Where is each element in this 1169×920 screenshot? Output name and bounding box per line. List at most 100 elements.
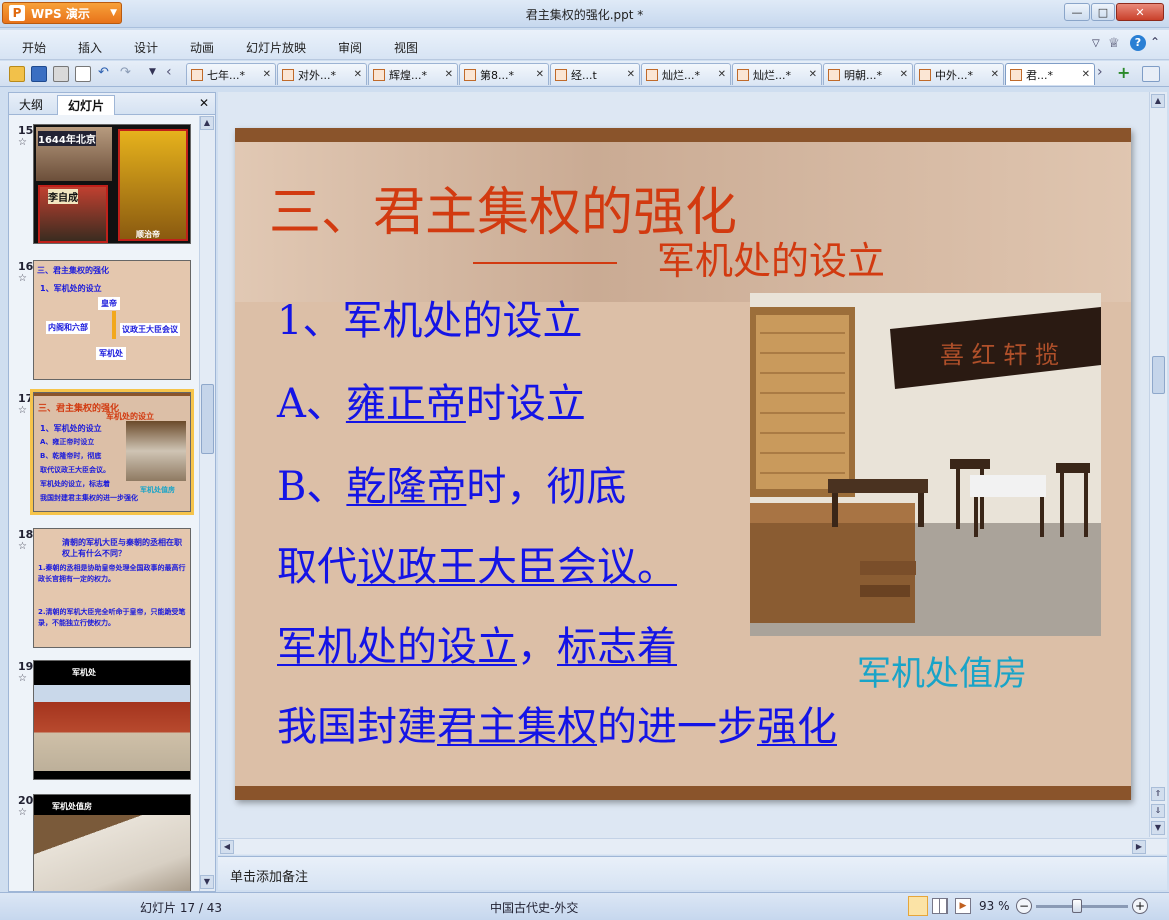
menu-insert[interactable]: 插入	[78, 39, 102, 56]
print-icon[interactable]	[53, 66, 69, 82]
tab-outline[interactable]: 大纲	[9, 95, 53, 115]
save-icon[interactable]	[31, 66, 47, 82]
doc-tab[interactable]: 明朝...* ✕	[823, 63, 913, 85]
tab-slides[interactable]: 幻灯片	[57, 95, 116, 115]
ppt-file-icon	[646, 68, 658, 81]
menu-design[interactable]: 设计	[134, 39, 158, 56]
doc-tab[interactable]: 灿烂...* ✕	[732, 63, 822, 85]
menu-view[interactable]: 视图	[394, 39, 418, 56]
body-line-2[interactable]: A、雍正帝时设立	[277, 371, 586, 429]
collapse-ribbon-icon[interactable]: ⌃	[1150, 35, 1160, 49]
doc-tab[interactable]: 第8...* ✕	[459, 63, 549, 85]
body-line-1[interactable]: 1、军机处的设立	[277, 288, 582, 346]
scroll-right-icon[interactable]: ▶	[1132, 840, 1146, 854]
notes-pane[interactable]: 单击添加备注	[218, 856, 1167, 890]
notes-placeholder[interactable]: 单击添加备注	[230, 866, 308, 885]
close-button[interactable]: ✕	[1116, 3, 1164, 21]
window-title: 君主集权的强化.ppt *	[525, 8, 644, 22]
zoom-slider-thumb[interactable]	[1072, 899, 1082, 913]
menu-slideshow[interactable]: 幻灯片放映	[246, 39, 306, 56]
window-list-icon[interactable]	[1142, 66, 1160, 82]
scroll-up-icon[interactable]: ▲	[200, 116, 214, 130]
pane-tabs: 大纲 幻灯片 ✕	[9, 93, 215, 115]
menu-home[interactable]: 开始	[22, 39, 46, 56]
ppt-file-icon	[373, 68, 385, 81]
photo-caption[interactable]: 军机处值房	[857, 646, 1027, 695]
thumbnail-scrollbar[interactable]: ▲ ▼	[199, 116, 215, 891]
close-tab-icon[interactable]: ✕	[1082, 69, 1090, 80]
doc-tab[interactable]: 中外...* ✕	[914, 63, 1004, 85]
scroll-thumb[interactable]	[201, 384, 214, 454]
scroll-down-icon[interactable]: ▼	[200, 875, 214, 889]
photo-sign-text: 喜 红 轩 揽	[940, 341, 1059, 369]
close-tab-icon[interactable]: ✕	[536, 69, 544, 80]
ppt-file-icon	[464, 68, 476, 81]
zoom-level: 93 %	[979, 899, 1010, 913]
slide-preview: 军机处值房	[33, 794, 191, 891]
body-line-6[interactable]: 我国封建君主集权的进一步强化	[277, 694, 837, 752]
slide-subtitle[interactable]: 军机处的设立	[657, 230, 885, 285]
slide-counter: 幻灯片 17 / 43	[140, 901, 223, 915]
zoom-out-icon[interactable]: −	[1016, 898, 1032, 914]
slide-sorter-icon[interactable]	[932, 898, 948, 914]
slideshow-icon[interactable]: ▶	[955, 898, 971, 914]
scroll-down-icon[interactable]: ▼	[1151, 821, 1165, 835]
toolbar: ↶ ↷ ▼ ‹ 七年...* ✕ 对外...* ✕ 辉煌...* ✕ 第8...* ✕ …	[0, 61, 1169, 87]
close-tab-icon[interactable]: ✕	[991, 69, 999, 80]
chevron-down-icon[interactable]: ▽	[1092, 38, 1100, 49]
doc-tab[interactable]: 灿烂...* ✕	[641, 63, 731, 85]
menu-review[interactable]: 审阅	[338, 39, 362, 56]
doc-tab[interactable]: 辉煌...* ✕	[368, 63, 458, 85]
open-folder-icon[interactable]	[9, 66, 25, 82]
menu-animation[interactable]: 动画	[190, 39, 214, 56]
star-icon: ☆	[18, 273, 27, 284]
photo-image	[34, 815, 190, 891]
doc-tab[interactable]: 对外...* ✕	[277, 63, 367, 85]
slide-preview: 三、君主集权的强化 1、军机处的设立 皇帝 内阁和六部 议政王大臣会议 军机处	[33, 260, 191, 380]
editor-horizontal-scrollbar[interactable]: ◀ ▶	[218, 838, 1167, 854]
zoom-in-icon[interactable]: +	[1132, 898, 1148, 914]
maximize-button[interactable]: □	[1091, 3, 1115, 21]
chevron-down-icon[interactable]: ▼	[149, 67, 156, 77]
doc-tab[interactable]: 经...t ✕	[550, 63, 640, 85]
photo-image	[34, 685, 190, 771]
scroll-left-icon[interactable]: ◀	[220, 840, 234, 854]
scroll-thumb[interactable]	[1152, 356, 1165, 394]
close-tab-icon[interactable]: ✕	[718, 69, 726, 80]
close-tab-icon[interactable]: ✕	[809, 69, 817, 80]
scroll-down-icon[interactable]: ⇓	[1151, 804, 1165, 818]
scroll-up-icon[interactable]: ⇑	[1151, 787, 1165, 801]
menu-bar: 开始 插入 设计 动画 幻灯片放映 审阅 视图 ▽ ♕ ? ⌃	[0, 30, 1169, 60]
minimize-button[interactable]: —	[1064, 3, 1090, 21]
print-preview-icon[interactable]	[75, 66, 91, 82]
normal-view-icon[interactable]	[908, 896, 928, 916]
scroll-up-icon[interactable]: ▲	[1151, 94, 1165, 108]
skin-icon[interactable]: ♕	[1108, 36, 1120, 51]
zoom-slider[interactable]	[1036, 905, 1128, 908]
body-line-5[interactable]: 军机处的设立，标志着	[277, 614, 677, 672]
body-line-4[interactable]: 取代议政王大臣会议。	[277, 534, 677, 592]
close-pane-icon[interactable]: ✕	[199, 96, 209, 110]
close-tab-icon[interactable]: ✕	[263, 69, 271, 80]
star-icon: ☆	[18, 541, 27, 552]
close-tab-icon[interactable]: ✕	[354, 69, 362, 80]
editor-vertical-scrollbar[interactable]: ▲ ⇑ ⇓ ▼	[1149, 92, 1167, 837]
junjichu-room-photo[interactable]: 喜 红 轩 揽	[750, 293, 1101, 636]
ppt-file-icon	[555, 68, 567, 81]
new-tab-icon[interactable]: +	[1117, 63, 1130, 82]
close-tab-icon[interactable]: ✕	[900, 69, 908, 80]
ppt-file-icon	[737, 68, 749, 81]
body-line-3[interactable]: B、乾隆帝时，彻底	[277, 454, 626, 512]
help-icon[interactable]: ?	[1130, 35, 1146, 51]
status-bar: 幻灯片 17 / 43 中国古代史-外交 ▶ 93 % − +	[0, 892, 1169, 920]
tab-scroll-left-icon[interactable]: ‹	[166, 64, 172, 80]
undo-icon[interactable]: ↶	[98, 65, 109, 80]
close-tab-icon[interactable]: ✕	[445, 69, 453, 80]
close-tab-icon[interactable]: ✕	[627, 69, 635, 80]
doc-tab[interactable]: 七年...* ✕	[186, 63, 276, 85]
current-slide[interactable]: 三、君主集权的强化 军机处的设立 1、军机处的设立 A、雍正帝时设立 B、乾隆帝…	[235, 128, 1131, 800]
doc-tab-active[interactable]: 君...* ✕	[1005, 63, 1095, 85]
tab-scroll-right-icon[interactable]: ›	[1097, 64, 1103, 80]
slide-preview: 清朝的军机大臣与秦朝的丞相在职权上有什么不同？ 1.秦朝的丞相是协助皇帝处理全国…	[33, 528, 191, 648]
redo-icon[interactable]: ↷	[120, 65, 131, 80]
